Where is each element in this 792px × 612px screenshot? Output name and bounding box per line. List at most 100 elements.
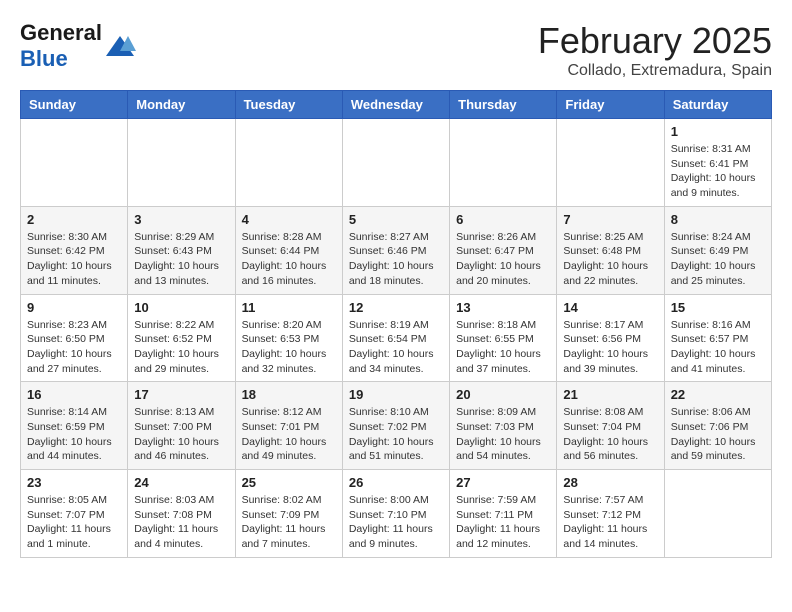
day-number: 3 bbox=[134, 212, 228, 227]
day-info: Sunrise: 8:22 AMSunset: 6:52 PMDaylight:… bbox=[134, 318, 228, 377]
calendar-cell: 7 Sunrise: 8:25 AMSunset: 6:48 PMDaylight… bbox=[557, 206, 664, 294]
calendar-cell: 23Sunrise: 8:05 AMSunset: 7:07 PMDayligh… bbox=[21, 470, 128, 558]
day-number: 22 bbox=[671, 387, 765, 402]
weekday-header-friday: Friday bbox=[557, 91, 664, 119]
calendar-cell: 2 Sunrise: 8:30 AMSunset: 6:42 PMDaylight… bbox=[21, 206, 128, 294]
calendar-cell: 12Sunrise: 8:19 AMSunset: 6:54 PMDayligh… bbox=[342, 294, 449, 382]
day-number: 24 bbox=[134, 475, 228, 490]
day-info: Sunrise: 8:08 AMSunset: 7:04 PMDaylight:… bbox=[563, 405, 657, 464]
calendar-cell: 18 Sunrise: 8:12 AMSunset: 7:01 PMDayligh… bbox=[235, 382, 342, 470]
day-number: 8 bbox=[671, 212, 765, 227]
calendar-cell: 27Sunrise: 7:59 AMSunset: 7:11 PMDayligh… bbox=[450, 470, 557, 558]
calendar-cell bbox=[557, 119, 664, 207]
day-info: Sunrise: 8:19 AMSunset: 6:54 PMDaylight:… bbox=[349, 318, 443, 377]
day-info: Sunrise: 8:27 AMSunset: 6:46 PMDaylight:… bbox=[349, 230, 443, 289]
day-info: Sunrise: 8:06 AMSunset: 7:06 PMDaylight:… bbox=[671, 405, 765, 464]
day-info: Sunrise: 8:17 AMSunset: 6:56 PMDaylight:… bbox=[563, 318, 657, 377]
calendar-cell: 19 Sunrise: 8:10 AMSunset: 7:02 PMDayligh… bbox=[342, 382, 449, 470]
calendar-cell bbox=[21, 119, 128, 207]
day-number: 20 bbox=[456, 387, 550, 402]
day-info: Sunrise: 8:30 AMSunset: 6:42 PMDaylight:… bbox=[27, 230, 121, 289]
day-info: Sunrise: 8:25 AMSunset: 6:48 PMDaylight:… bbox=[563, 230, 657, 289]
day-number: 10 bbox=[134, 300, 228, 315]
day-number: 28 bbox=[563, 475, 657, 490]
day-info: Sunrise: 8:10 AMSunset: 7:02 PMDaylight:… bbox=[349, 405, 443, 464]
day-number: 14 bbox=[563, 300, 657, 315]
day-info: Sunrise: 8:31 AMSunset: 6:41 PMDaylight:… bbox=[671, 142, 765, 201]
calendar-cell: 21 Sunrise: 8:08 AMSunset: 7:04 PMDayligh… bbox=[557, 382, 664, 470]
calendar-cell: 9 Sunrise: 8:23 AMSunset: 6:50 PMDaylight… bbox=[21, 294, 128, 382]
day-info: Sunrise: 8:05 AMSunset: 7:07 PMDaylight:… bbox=[27, 493, 121, 552]
calendar-cell: 16 Sunrise: 8:14 AMSunset: 6:59 PMDayligh… bbox=[21, 382, 128, 470]
day-number: 13 bbox=[456, 300, 550, 315]
location: Collado, Extremadura, Spain bbox=[538, 62, 772, 80]
day-info: Sunrise: 8:23 AMSunset: 6:50 PMDaylight:… bbox=[27, 318, 121, 377]
day-number: 7 bbox=[563, 212, 657, 227]
day-info: Sunrise: 8:24 AMSunset: 6:49 PMDaylight:… bbox=[671, 230, 765, 289]
calendar-cell bbox=[342, 119, 449, 207]
day-info: Sunrise: 8:12 AMSunset: 7:01 PMDaylight:… bbox=[242, 405, 336, 464]
weekday-header-sunday: Sunday bbox=[21, 91, 128, 119]
day-number: 21 bbox=[563, 387, 657, 402]
week-row-4: 16 Sunrise: 8:14 AMSunset: 6:59 PMDayligh… bbox=[21, 382, 772, 470]
calendar-cell bbox=[664, 470, 771, 558]
calendar-cell: 13 Sunrise: 8:18 AMSunset: 6:55 PMDayligh… bbox=[450, 294, 557, 382]
title-area: February 2025 Collado, Extremadura, Spai… bbox=[538, 20, 772, 80]
day-number: 1 bbox=[671, 124, 765, 139]
calendar-cell: 8 Sunrise: 8:24 AMSunset: 6:49 PMDaylight… bbox=[664, 206, 771, 294]
calendar-cell: 4 Sunrise: 8:28 AMSunset: 6:44 PMDaylight… bbox=[235, 206, 342, 294]
month-title: February 2025 bbox=[538, 20, 772, 62]
weekday-header-row: SundayMondayTuesdayWednesdayThursdayFrid… bbox=[21, 91, 772, 119]
week-row-2: 2 Sunrise: 8:30 AMSunset: 6:42 PMDaylight… bbox=[21, 206, 772, 294]
calendar-cell: 26Sunrise: 8:00 AMSunset: 7:10 PMDayligh… bbox=[342, 470, 449, 558]
day-number: 15 bbox=[671, 300, 765, 315]
calendar-cell: 3 Sunrise: 8:29 AMSunset: 6:43 PMDaylight… bbox=[128, 206, 235, 294]
logo-general: General Blue bbox=[20, 20, 102, 72]
weekday-header-saturday: Saturday bbox=[664, 91, 771, 119]
calendar-cell: 6Sunrise: 8:26 AMSunset: 6:47 PMDaylight… bbox=[450, 206, 557, 294]
day-number: 17 bbox=[134, 387, 228, 402]
logo: General Blue bbox=[20, 20, 136, 72]
calendar-cell: 25 Sunrise: 8:02 AMSunset: 7:09 PMDayligh… bbox=[235, 470, 342, 558]
day-info: Sunrise: 7:57 AMSunset: 7:12 PMDaylight:… bbox=[563, 493, 657, 552]
day-number: 19 bbox=[349, 387, 443, 402]
calendar-cell: 14 Sunrise: 8:17 AMSunset: 6:56 PMDayligh… bbox=[557, 294, 664, 382]
day-info: Sunrise: 8:13 AMSunset: 7:00 PMDaylight:… bbox=[134, 405, 228, 464]
day-number: 25 bbox=[242, 475, 336, 490]
calendar-table: SundayMondayTuesdayWednesdayThursdayFrid… bbox=[20, 90, 772, 558]
day-info: Sunrise: 8:09 AMSunset: 7:03 PMDaylight:… bbox=[456, 405, 550, 464]
calendar-cell: 10 Sunrise: 8:22 AMSunset: 6:52 PMDayligh… bbox=[128, 294, 235, 382]
calendar-cell bbox=[128, 119, 235, 207]
day-number: 16 bbox=[27, 387, 121, 402]
day-info: Sunrise: 8:02 AMSunset: 7:09 PMDaylight:… bbox=[242, 493, 336, 552]
day-number: 27 bbox=[456, 475, 550, 490]
calendar-cell: 15 Sunrise: 8:16 AMSunset: 6:57 PMDayligh… bbox=[664, 294, 771, 382]
week-row-1: 1 Sunrise: 8:31 AMSunset: 6:41 PMDaylight… bbox=[21, 119, 772, 207]
day-number: 11 bbox=[242, 300, 336, 315]
calendar-cell: 22 Sunrise: 8:06 AMSunset: 7:06 PMDayligh… bbox=[664, 382, 771, 470]
weekday-header-thursday: Thursday bbox=[450, 91, 557, 119]
week-row-5: 23Sunrise: 8:05 AMSunset: 7:07 PMDayligh… bbox=[21, 470, 772, 558]
calendar-cell bbox=[235, 119, 342, 207]
logo-icon bbox=[106, 31, 136, 61]
day-info: Sunrise: 8:29 AMSunset: 6:43 PMDaylight:… bbox=[134, 230, 228, 289]
week-row-3: 9 Sunrise: 8:23 AMSunset: 6:50 PMDaylight… bbox=[21, 294, 772, 382]
day-info: Sunrise: 8:16 AMSunset: 6:57 PMDaylight:… bbox=[671, 318, 765, 377]
day-info: Sunrise: 8:20 AMSunset: 6:53 PMDaylight:… bbox=[242, 318, 336, 377]
day-info: Sunrise: 8:00 AMSunset: 7:10 PMDaylight:… bbox=[349, 493, 443, 552]
day-number: 4 bbox=[242, 212, 336, 227]
day-number: 18 bbox=[242, 387, 336, 402]
day-info: Sunrise: 8:28 AMSunset: 6:44 PMDaylight:… bbox=[242, 230, 336, 289]
calendar-cell: 20 Sunrise: 8:09 AMSunset: 7:03 PMDayligh… bbox=[450, 382, 557, 470]
header: General Blue February 2025 Collado, Extr… bbox=[20, 20, 772, 80]
day-number: 2 bbox=[27, 212, 121, 227]
weekday-header-monday: Monday bbox=[128, 91, 235, 119]
day-number: 9 bbox=[27, 300, 121, 315]
calendar-cell: 11 Sunrise: 8:20 AMSunset: 6:53 PMDayligh… bbox=[235, 294, 342, 382]
day-info: Sunrise: 8:14 AMSunset: 6:59 PMDaylight:… bbox=[27, 405, 121, 464]
day-info: Sunrise: 8:18 AMSunset: 6:55 PMDaylight:… bbox=[456, 318, 550, 377]
calendar-cell bbox=[450, 119, 557, 207]
calendar-cell: 1 Sunrise: 8:31 AMSunset: 6:41 PMDaylight… bbox=[664, 119, 771, 207]
calendar-cell: 28 Sunrise: 7:57 AMSunset: 7:12 PMDayligh… bbox=[557, 470, 664, 558]
calendar-cell: 17 Sunrise: 8:13 AMSunset: 7:00 PMDayligh… bbox=[128, 382, 235, 470]
